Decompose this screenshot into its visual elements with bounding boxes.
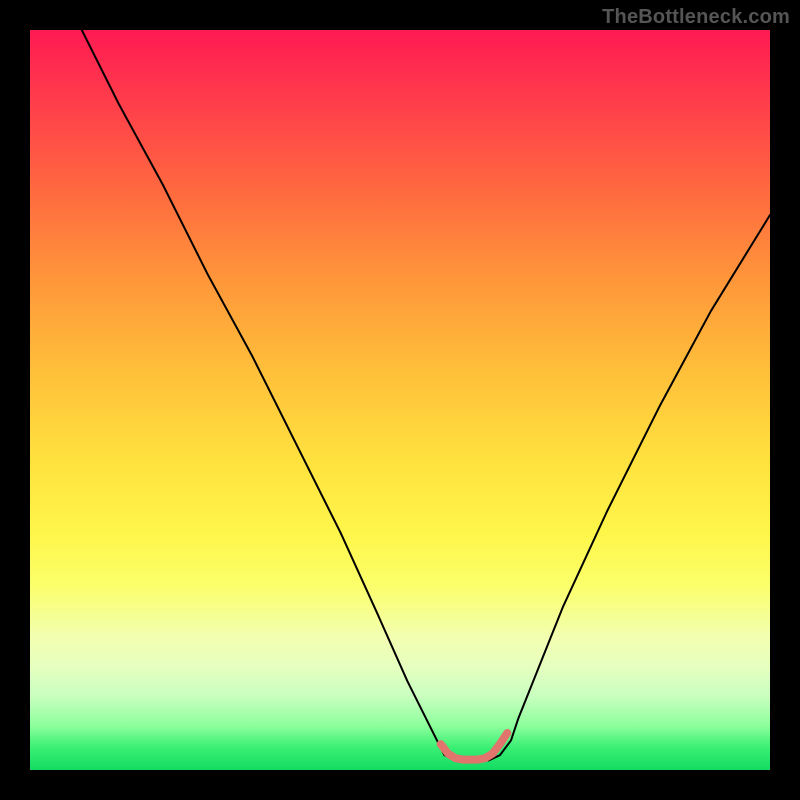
bottleneck-curve [82,30,770,761]
chart-frame: TheBottleneck.com [0,0,800,800]
plot-area [30,30,770,770]
watermark-text: TheBottleneck.com [602,6,790,29]
curve-layer [30,30,770,770]
